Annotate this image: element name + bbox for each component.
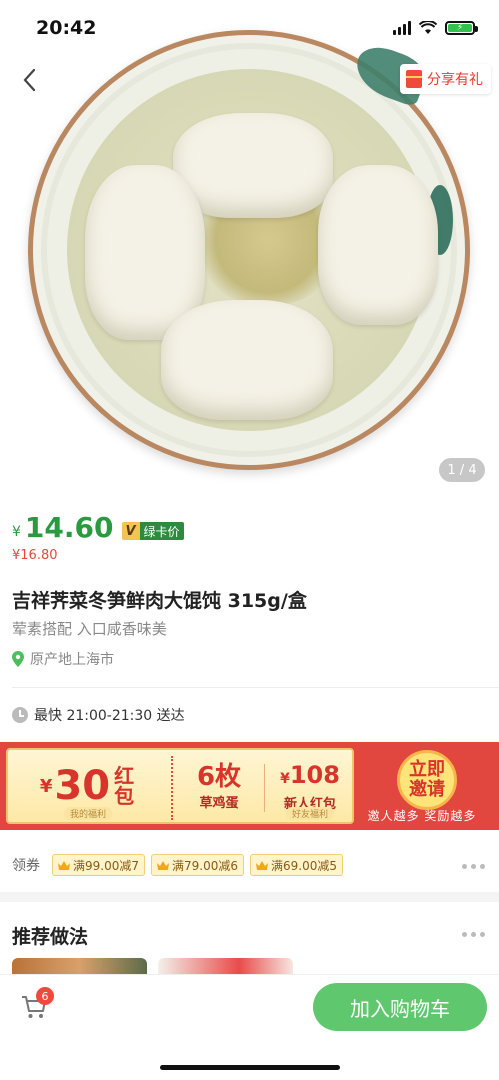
coupon-text: 满79.00减6 (172, 858, 238, 873)
new-user-currency: ¥ (280, 770, 290, 787)
egg-offer-sub: 草鸡蛋 (199, 795, 239, 811)
home-indicator (160, 1065, 340, 1070)
invite-note: 邀人越多 奖励越多 (367, 809, 477, 823)
share-button[interactable]: 分享有礼 (400, 64, 491, 94)
price-value: 14.60 (24, 511, 114, 544)
wifi-icon (419, 21, 437, 34)
offer-tag: 我的福利 (63, 807, 112, 820)
divider (12, 687, 499, 688)
offer-currency: ¥ (39, 775, 53, 797)
invite-button[interactable]: 立即邀请 (397, 750, 457, 810)
location-pin-icon (12, 651, 24, 667)
egg-offer: 6枚 草鸡蛋 (174, 750, 264, 822)
origin-text: 原产地上海市 (30, 652, 114, 668)
crown-icon (157, 860, 169, 870)
bottom-action-bar: 6 加入购物车 (0, 974, 499, 1080)
friend-tag: 好友福利 (285, 807, 334, 820)
delivery-text: 最快 21:00-21:30 送达 (34, 708, 185, 724)
egg-offer-main: 6枚 (196, 761, 242, 792)
ticket-separator (171, 756, 173, 820)
promo-ticket: ¥ 30 红包 我的福利 6枚 草鸡蛋 ¥108 新人红包 好友福利 (6, 748, 354, 824)
coupon-row: 领券 满99.00减7 满79.00减6 满69.00减5 (12, 854, 343, 876)
coupon-text: 满99.00减7 (73, 858, 139, 873)
crown-icon (58, 860, 70, 870)
add-to-cart-button[interactable]: 加入购物车 (313, 983, 487, 1031)
product-image (28, 30, 470, 470)
price-currency: ¥ (12, 524, 21, 540)
recipe-thumbnail[interactable] (158, 958, 293, 974)
original-price: ¥16.80 (12, 548, 58, 563)
chevron-left-icon (23, 68, 36, 92)
offer-amount: 30 (54, 763, 111, 809)
coupon-chip[interactable]: 满79.00减6 (151, 854, 244, 876)
vip-price-badge: V 绿卡价 (121, 522, 184, 540)
product-subtitle: 荤素搭配 入口咸香味美 (12, 620, 167, 638)
more-icon (462, 932, 467, 937)
price-row: ¥ 14.60 V 绿卡价 (12, 512, 184, 544)
more-icon (462, 864, 467, 869)
new-user-amount: 108 (289, 760, 340, 789)
vip-icon: V (121, 522, 140, 540)
crown-icon (256, 860, 268, 870)
status-time: 20:42 (36, 17, 97, 39)
offer-unit: 红包 (114, 764, 135, 808)
status-bar: 20:42 ⚡ (0, 0, 499, 56)
section-gap (0, 892, 499, 902)
cart-count-badge: 6 (36, 987, 54, 1005)
coupon-chip[interactable]: 满69.00减5 (250, 854, 343, 876)
new-user-offer: ¥108 新人红包 好友福利 (264, 750, 356, 822)
coupon-chip[interactable]: 满99.00减7 (52, 854, 145, 876)
share-label: 分享有礼 (427, 72, 483, 88)
invite-panel: 立即邀请 邀人越多 奖励越多 (357, 746, 487, 826)
vip-label: 绿卡价 (139, 522, 184, 540)
coupon-label: 领券 (12, 858, 40, 874)
recipes-more-button[interactable] (462, 932, 485, 937)
delivery-info: 最快 21:00-21:30 送达 (12, 705, 185, 725)
back-button[interactable] (18, 66, 42, 94)
clock-icon (12, 707, 28, 723)
coupon-text: 满69.00减5 (271, 858, 337, 873)
recipes-title: 推荐做法 (12, 926, 89, 948)
invite-promo-banner[interactable]: ¥ 30 红包 我的福利 6枚 草鸡蛋 ¥108 新人红包 好友福利 立即邀请 … (0, 742, 499, 830)
product-detail-page: 1 / 4 20:42 ⚡ 分享有礼 ¥ 14.60 V 绿卡价 ¥16.80 … (0, 0, 499, 1080)
battery-icon: ⚡ (445, 21, 478, 35)
gift-icon (406, 70, 422, 88)
recipe-thumbnail[interactable] (12, 958, 147, 974)
product-title: 吉祥荠菜冬笋鲜肉大馄饨 315g/盒 (12, 590, 307, 612)
coupon-more-button[interactable] (462, 864, 485, 869)
product-origin: 原产地上海市 (12, 649, 114, 669)
image-index-indicator: 1 / 4 (439, 458, 485, 482)
red-packet-offer: ¥ 30 红包 我的福利 (8, 750, 168, 822)
signal-icon (393, 21, 411, 35)
